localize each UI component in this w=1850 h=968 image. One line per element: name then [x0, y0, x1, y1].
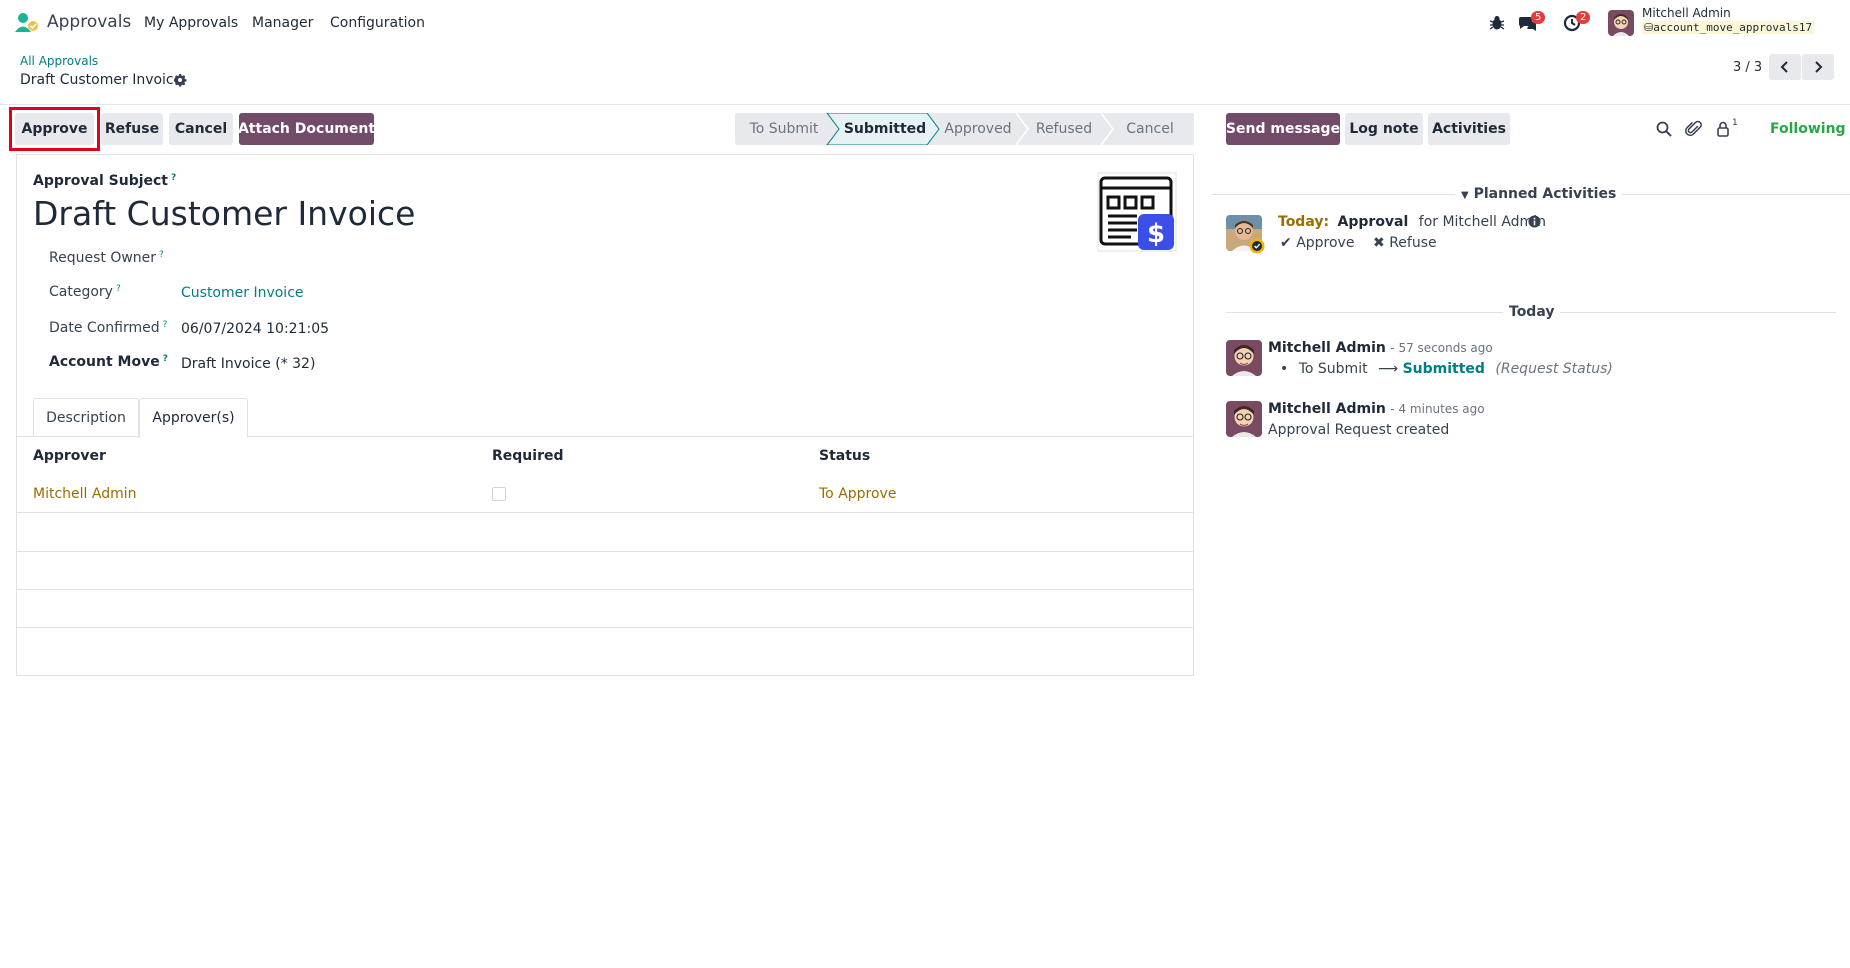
activity-today-label: Today: [1278, 214, 1330, 230]
activity-refuse-link[interactable]: ✖ Refuse [1373, 235, 1437, 251]
required-checkbox[interactable] [492, 487, 506, 501]
breadcrumb-all-approvals[interactable]: All Approvals [20, 54, 98, 68]
user-avatar[interactable] [1608, 10, 1634, 36]
activity-assignee: for Mitchell Admin [1418, 214, 1546, 230]
database-icon: ⛁ [1644, 21, 1654, 34]
log-note-button[interactable]: Log note [1345, 113, 1423, 145]
tracking-value-line: • To Submit ⟶ Submitted (Request Status) [1280, 361, 1613, 377]
attach-document-button[interactable]: Attach Document [238, 113, 375, 145]
check-icon: ✔ [1280, 235, 1292, 251]
activity-line: Today: Approval for Mitchell Admin [1278, 214, 1546, 230]
message-header: Mitchell Admin - 57 seconds ago [1268, 340, 1493, 356]
today-separator: Today [1503, 304, 1561, 320]
followers-lock-icon[interactable] [1714, 120, 1732, 138]
message-header: Mitchell Admin - 4 minutes ago [1268, 401, 1485, 417]
top-navbar: Approvals My Approvals Manager Configura… [0, 0, 1850, 48]
control-panel-divider [0, 104, 1850, 105]
table-row-divider [16, 589, 1194, 590]
user-name[interactable]: Mitchell Admin [1642, 6, 1731, 20]
tab-approvers[interactable]: Approver(s) [139, 398, 248, 438]
table-row-divider [16, 627, 1194, 628]
chevron-right-icon [1815, 61, 1823, 73]
help-tooltip-icon[interactable]: ? [163, 320, 168, 330]
caret-down-icon: ▼ [1461, 190, 1469, 201]
activity-type: Approval [1337, 214, 1409, 230]
status-submitted[interactable]: Submitted [835, 113, 935, 145]
menu-configuration[interactable]: Configuration [330, 15, 425, 31]
account-move-value[interactable]: Draft Invoice (* 32) [181, 356, 315, 372]
approvals-app-icon[interactable] [14, 12, 40, 34]
debug-bug-icon[interactable] [1487, 13, 1507, 33]
table-row-divider [16, 512, 1194, 513]
date-confirmed-value: 06/07/2024 10:21:05 [181, 321, 330, 337]
activities-button[interactable]: Activities [1428, 113, 1510, 145]
breadcrumb-current-record: Draft Customer Invoice [20, 72, 183, 88]
tracking-old-value: To Submit [1298, 361, 1368, 377]
column-header-approver[interactable]: Approver [33, 448, 106, 464]
tracking-field-name: (Request Status) [1495, 361, 1613, 377]
status-cancel[interactable]: Cancel [1109, 113, 1191, 145]
message-time: - 4 minutes ago [1390, 402, 1485, 416]
approver-status[interactable]: To Approve [819, 486, 896, 502]
refuse-button[interactable]: Refuse [101, 113, 163, 145]
close-icon: ✖ [1373, 235, 1385, 251]
status-approved[interactable]: Approved [935, 113, 1021, 145]
menu-my-approvals[interactable]: My Approvals [144, 15, 238, 31]
paperclip-icon[interactable] [1685, 120, 1703, 138]
message-author[interactable]: Mitchell Admin [1268, 340, 1386, 356]
account-move-label: Account Move? [49, 354, 168, 370]
status-refused[interactable]: Refused [1023, 113, 1105, 145]
invoice-category-image: $ [1097, 172, 1177, 252]
search-icon[interactable] [1655, 120, 1673, 138]
column-header-required[interactable]: Required [492, 448, 563, 464]
tracking-new-value: Submitted [1402, 361, 1485, 377]
status-to-submit[interactable]: To Submit [735, 113, 833, 145]
approval-subject-label: Approval Subject? [33, 173, 177, 189]
cancel-button[interactable]: Cancel [169, 113, 233, 145]
app-name[interactable]: Approvals [47, 12, 131, 32]
pager-value[interactable]: 3 / 3 [1733, 60, 1762, 75]
message-avatar[interactable] [1226, 340, 1262, 376]
database-name: ⛁account_move_approvals17 [1642, 21, 1815, 34]
following-button[interactable]: Following [1770, 121, 1846, 137]
help-tooltip-icon[interactable]: ? [171, 173, 176, 183]
svg-text:$: $ [1147, 219, 1165, 249]
chevron-left-icon [1780, 61, 1788, 73]
category-value-link[interactable]: Customer Invoice [181, 285, 304, 301]
request-owner-label: Request Owner? [49, 250, 164, 266]
activity-approve-link[interactable]: ✔ Approve [1280, 235, 1354, 251]
date-confirmed-label: Date Confirmed? [49, 320, 168, 336]
message-time: - 57 seconds ago [1390, 341, 1493, 355]
table-row-divider [16, 551, 1194, 552]
followers-count: 1 [1732, 118, 1738, 128]
help-tooltip-icon[interactable]: ? [163, 354, 168, 364]
bullet: • [1280, 361, 1289, 377]
approve-highlight-box [9, 107, 100, 151]
pager-next-button[interactable] [1802, 54, 1834, 80]
message-body: Approval Request created [1268, 422, 1450, 438]
messages-badge: 5 [1531, 11, 1546, 24]
tab-description[interactable]: Description [33, 398, 139, 437]
activity-check-icon [1249, 238, 1265, 254]
message-author[interactable]: Mitchell Admin [1268, 401, 1386, 417]
send-message-button[interactable]: Send message [1226, 113, 1340, 145]
column-header-status[interactable]: Status [819, 448, 870, 464]
category-label: Category? [49, 284, 121, 300]
menu-manager[interactable]: Manager [252, 15, 313, 31]
arrow-right-icon: ⟶ [1378, 361, 1399, 377]
pager-previous-button[interactable] [1769, 54, 1801, 80]
status-bar: To Submit Submitted Approved Refused Can… [735, 113, 1194, 145]
gear-icon[interactable] [173, 73, 187, 87]
help-tooltip-icon[interactable]: ? [116, 284, 121, 294]
approver-name[interactable]: Mitchell Admin [33, 486, 137, 502]
message-avatar[interactable] [1226, 401, 1262, 437]
info-icon[interactable] [1528, 215, 1541, 228]
help-tooltip-icon[interactable]: ? [159, 250, 164, 260]
planned-activities-toggle[interactable]: ▼ Planned Activities [1455, 186, 1623, 202]
activities-badge: 2 [1576, 11, 1591, 24]
approval-subject-value[interactable]: Draft Customer Invoice [33, 194, 415, 233]
